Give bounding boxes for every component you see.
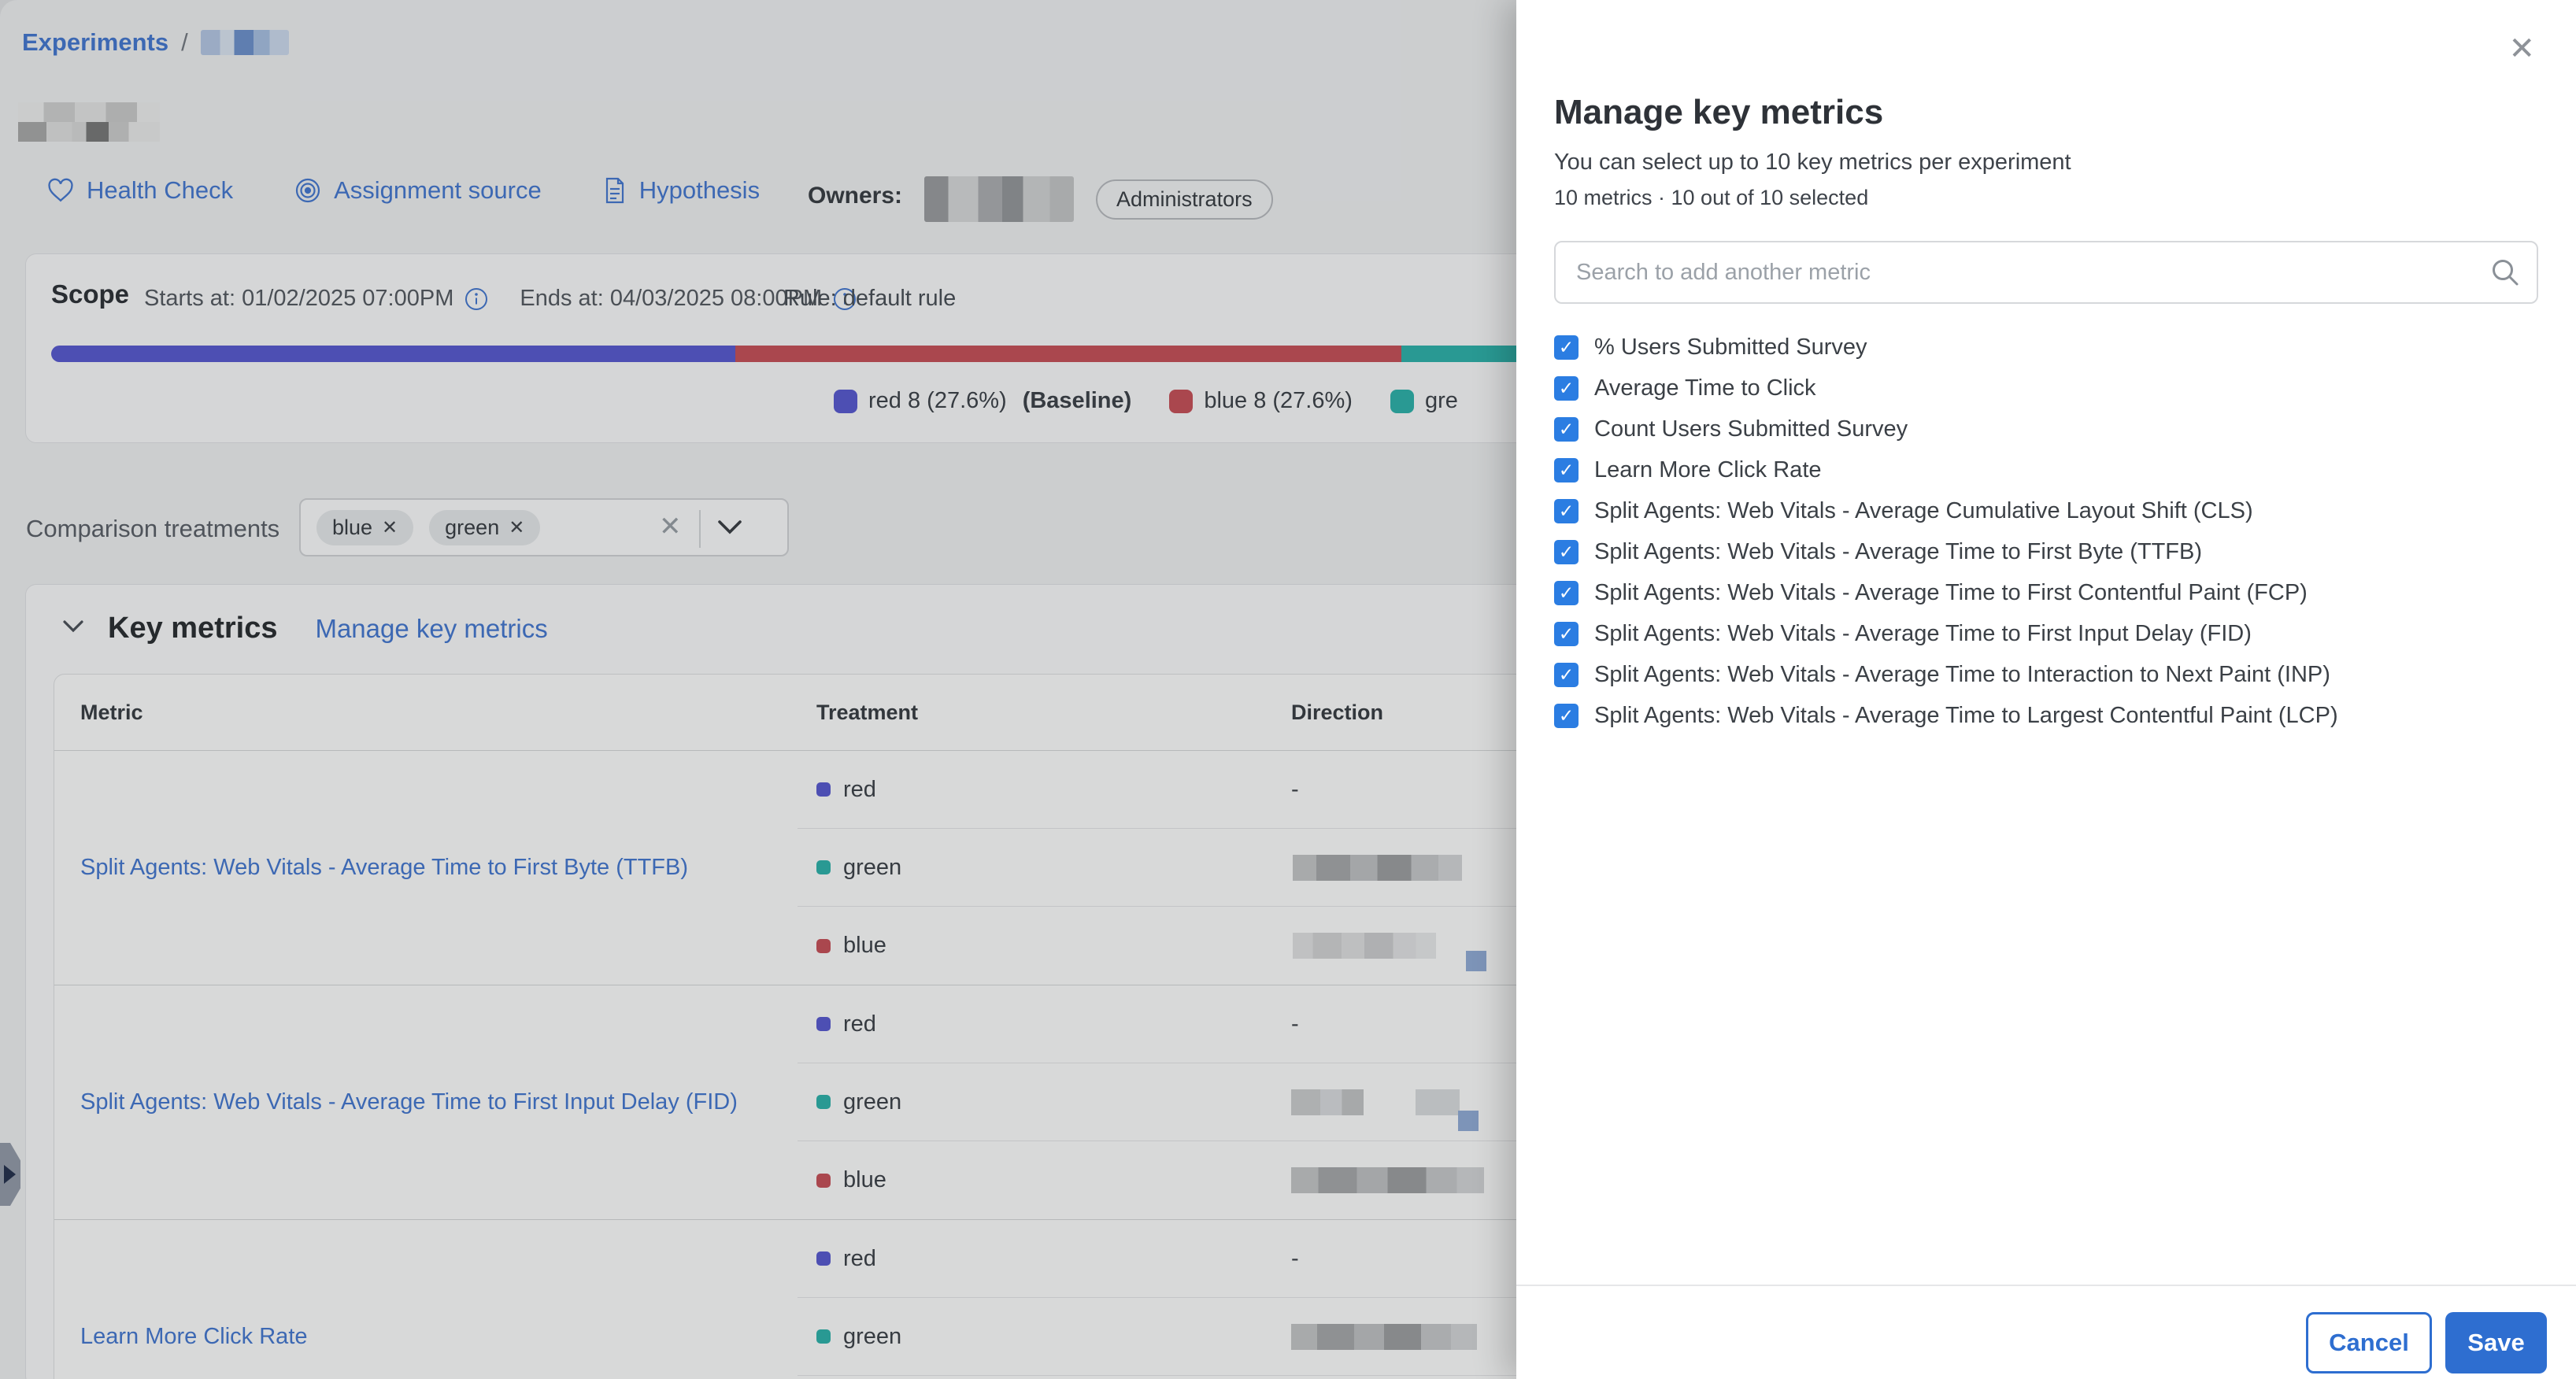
cancel-button[interactable]: Cancel: [2306, 1312, 2432, 1373]
close-icon[interactable]: ✕: [2508, 33, 2535, 65]
panel-footer: Cancel Save: [1516, 1285, 2576, 1379]
metric-checkbox[interactable]: ✓: [1554, 335, 1579, 360]
metric-checkbox[interactable]: ✓: [1554, 499, 1579, 523]
metrics-count-summary: 10 metrics · 10 out of 10 selected: [1554, 186, 1868, 210]
metric-checkbox[interactable]: ✓: [1554, 622, 1579, 646]
list-item: ✓ Split Agents: Web Vitals - Average Tim…: [1554, 531, 2538, 572]
list-item: ✓ Split Agents: Web Vitals - Average Tim…: [1554, 613, 2538, 654]
metric-checkbox-list: ✓ % Users Submitted Survey ✓ Average Tim…: [1554, 327, 2538, 736]
list-item: ✓ Split Agents: Web Vitals - Average Tim…: [1554, 572, 2538, 613]
list-item: ✓ Average Time to Click: [1554, 368, 2538, 409]
metric-search: [1554, 241, 2538, 304]
metric-checkbox[interactable]: ✓: [1554, 458, 1579, 482]
list-item: ✓ Split Agents: Web Vitals - Average Cum…: [1554, 490, 2538, 531]
metric-checkbox[interactable]: ✓: [1554, 581, 1579, 605]
metric-checkbox[interactable]: ✓: [1554, 376, 1579, 401]
metric-checkbox[interactable]: ✓: [1554, 704, 1579, 728]
list-item: ✓ Count Users Submitted Survey: [1554, 409, 2538, 449]
list-item: ✓ Learn More Click Rate: [1554, 449, 2538, 490]
panel-subtitle: You can select up to 10 key metrics per …: [1554, 150, 2071, 176]
list-item: ✓ Split Agents: Web Vitals - Average Tim…: [1554, 695, 2538, 736]
screen: Experiments / Health Check: [0, 0, 2576, 1379]
search-icon: [2489, 257, 2521, 292]
search-input[interactable]: [1554, 241, 2538, 304]
save-button[interactable]: Save: [2445, 1312, 2547, 1373]
list-item: ✓ Split Agents: Web Vitals - Average Tim…: [1554, 654, 2538, 695]
metric-checkbox[interactable]: ✓: [1554, 540, 1579, 564]
metric-checkbox[interactable]: ✓: [1554, 417, 1579, 442]
metric-checkbox[interactable]: ✓: [1554, 663, 1579, 687]
panel-title: Manage key metrics: [1554, 93, 1883, 132]
list-item: ✓ % Users Submitted Survey: [1554, 327, 2538, 368]
manage-key-metrics-panel: ✕ Manage key metrics You can select up t…: [1516, 0, 2576, 1379]
